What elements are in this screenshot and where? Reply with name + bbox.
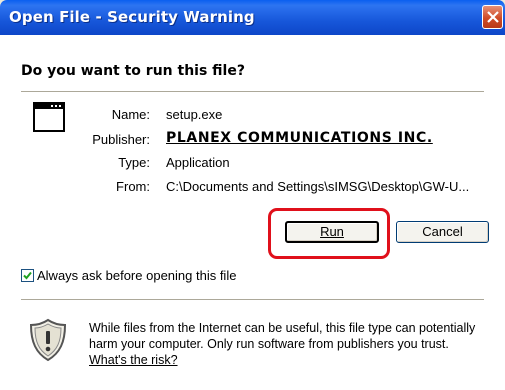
security-warning-dialog: Open File - Security Warning Do you want… — [0, 0, 505, 390]
name-value: setup.exe — [166, 107, 223, 122]
checkmark-icon — [23, 271, 32, 280]
warning-text: While files from the Internet can be use… — [89, 321, 476, 351]
publisher-link[interactable]: PLANEX COMMUNICATIONS INC. — [166, 130, 433, 146]
window-title: Open File - Security Warning — [9, 8, 255, 26]
shield-warning-icon — [29, 318, 67, 362]
always-ask-label[interactable]: Always ask before opening this file — [37, 268, 236, 283]
top-divider — [21, 91, 484, 93]
bottom-divider — [21, 299, 484, 301]
dialog-question: Do you want to run this file? — [21, 63, 245, 79]
close-icon — [487, 11, 499, 23]
type-value: Application — [166, 155, 230, 170]
name-label: Name: — [111, 107, 150, 122]
always-ask-checkbox[interactable] — [21, 269, 34, 282]
title-bar[interactable]: Open File - Security Warning — [0, 0, 505, 35]
cancel-button[interactable]: Cancel — [396, 221, 489, 243]
risk-link[interactable]: What's the risk? — [89, 353, 178, 367]
from-label: From: — [116, 179, 150, 194]
run-highlight-annotation — [268, 208, 390, 259]
from-value: C:\Documents and Settings\sIMSG\Desktop\… — [166, 179, 470, 194]
close-button[interactable] — [482, 5, 503, 29]
cancel-button-label: Cancel — [422, 224, 463, 239]
warning-message: While files from the Internet can be use… — [89, 320, 489, 368]
type-label: Type: — [118, 155, 150, 170]
publisher-label: Publisher: — [92, 132, 150, 147]
